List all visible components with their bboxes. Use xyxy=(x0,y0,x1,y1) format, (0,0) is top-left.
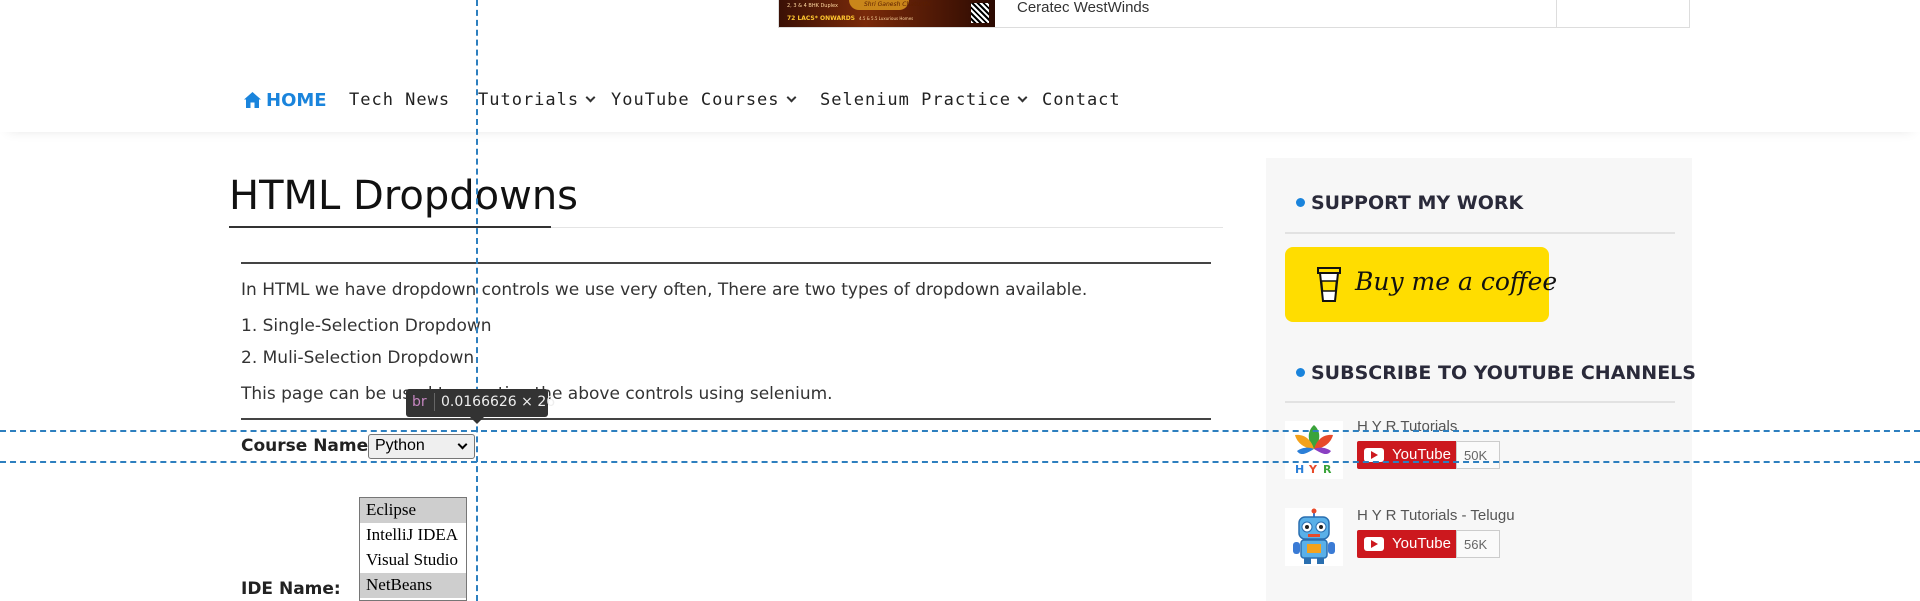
coffee-label: Buy me a coffee xyxy=(1355,267,1558,296)
title-rule xyxy=(551,227,1223,228)
title-underline xyxy=(229,226,551,228)
qr-code-icon xyxy=(971,3,989,23)
ide-multi-select[interactable]: Eclipse IntelliJ IDEA Visual Studio NetB… xyxy=(359,497,467,601)
nav-home-label: HOME xyxy=(266,90,327,111)
main-navigation: HOME Tech News Tutorials YouTube Courses… xyxy=(0,68,1920,132)
nav-label: YouTube Courses xyxy=(611,90,780,110)
nav-home[interactable]: HOME xyxy=(244,90,327,111)
channel-name[interactable]: H Y R Tutorials - Telugu xyxy=(1357,507,1515,524)
channel-name[interactable]: H Y R Tutorials xyxy=(1357,418,1457,435)
inspector-guide-horizontal xyxy=(0,461,1920,463)
ad-divider xyxy=(1556,0,1557,27)
sidebar-rule xyxy=(1285,232,1675,234)
support-heading: SUPPORT MY WORK xyxy=(1296,192,1523,214)
nav-selenium-practice[interactable]: Selenium Practice xyxy=(820,90,1028,110)
svg-text:H: H xyxy=(1295,463,1304,476)
bullet-icon xyxy=(1296,198,1305,207)
nav-youtube-courses[interactable]: YouTube Courses xyxy=(611,90,796,110)
youtube-play-icon xyxy=(1364,448,1384,462)
coffee-cup-icon xyxy=(1317,267,1341,302)
tooltip-caret xyxy=(470,417,484,424)
bullet-icon xyxy=(1296,368,1305,377)
intro-text: In HTML we have dropdown controls we use… xyxy=(241,280,1088,300)
page: Shri Ganesh Chaturthi 2, 3 & 4 BHK Duple… xyxy=(0,0,1920,601)
ad-sub-text: 4.5 & 5.5 Luxurious Homes xyxy=(859,16,914,21)
ide-option-eclipse[interactable]: Eclipse xyxy=(360,498,466,523)
list-item: 2. Muli-Selection Dropdown xyxy=(241,348,475,368)
chevron-down-icon xyxy=(585,92,596,103)
chevron-down-icon xyxy=(1017,92,1028,103)
sidebar-rule xyxy=(1285,401,1675,403)
subscriber-count: 50K xyxy=(1456,441,1500,469)
youtube-subscribe-button[interactable]: YouTube xyxy=(1357,441,1456,469)
page-title: HTML Dropdowns xyxy=(229,173,579,219)
nav-tutorials[interactable]: Tutorials xyxy=(478,90,596,110)
nav-label: Tech News xyxy=(349,90,451,110)
subscribe-heading-text: SUBSCRIBE TO YOUTUBE CHANNELS xyxy=(1311,362,1696,384)
chevron-down-icon xyxy=(786,92,796,103)
ad-line-1: 2, 3 & 4 BHK Duplex xyxy=(787,3,838,9)
ide-option-visual-studio[interactable]: Visual Studio xyxy=(360,548,466,573)
divider-top xyxy=(241,262,1211,264)
nav-contact[interactable]: Contact xyxy=(1042,90,1121,110)
inspector-guide-horizontal xyxy=(0,430,1920,432)
divider-bottom xyxy=(241,418,1211,420)
svg-text:R: R xyxy=(1323,463,1332,476)
support-heading-text: SUPPORT MY WORK xyxy=(1311,192,1524,214)
chevron-down-icon xyxy=(457,439,468,450)
youtube-subscribe-button[interactable]: YouTube xyxy=(1357,530,1456,558)
nav-label: Selenium Practice xyxy=(820,90,1011,110)
ad-image[interactable]: Shri Ganesh Chaturthi 2, 3 & 4 BHK Duple… xyxy=(779,0,995,27)
list-item: 1. Single-Selection Dropdown xyxy=(241,316,492,336)
subscriber-count: 56K xyxy=(1456,530,1500,558)
nav-label: Contact xyxy=(1042,90,1121,110)
tooltip-separator xyxy=(434,393,435,411)
ide-name-label: IDE Name: xyxy=(241,579,341,599)
tooltip-dimensions: 0.0166626 × 26 xyxy=(441,394,556,410)
course-name-select[interactable]: Python xyxy=(368,434,475,459)
buy-me-a-coffee-button[interactable]: Buy me a coffee xyxy=(1285,247,1557,322)
youtube-button-label: YouTube xyxy=(1392,535,1451,552)
ad-script-text: Shri Ganesh Chaturthi xyxy=(864,1,931,8)
home-icon xyxy=(244,92,261,108)
ad-banner[interactable]: Shri Ganesh Chaturthi 2, 3 & 4 BHK Duple… xyxy=(778,0,1690,28)
nav-tech-news[interactable]: Tech News xyxy=(349,90,450,110)
subscribe-heading: SUBSCRIBE TO YOUTUBE CHANNELS xyxy=(1296,362,1696,384)
sidebar: SUPPORT MY WORK Buy me a coffee SUBSCRIB… xyxy=(1266,158,1696,601)
svg-text:Y: Y xyxy=(1308,463,1318,476)
tooltip-tag: br xyxy=(412,394,427,410)
course-selected-value: Python xyxy=(375,437,425,454)
ide-option-netbeans[interactable]: NetBeans xyxy=(360,573,466,598)
youtube-play-icon xyxy=(1364,537,1384,551)
inspector-guide-vertical xyxy=(476,0,478,601)
ad-price-text: 72 LACS* ONWARDS xyxy=(787,15,856,22)
robot-logo-icon[interactable] xyxy=(1285,508,1343,566)
course-name-label: Course Name: xyxy=(241,436,375,456)
nav-label: Tutorials xyxy=(478,90,580,110)
ide-option-intellij[interactable]: IntelliJ IDEA xyxy=(360,523,466,548)
ad-advertiser[interactable]: Ceratec WestWinds xyxy=(1017,0,1149,16)
inspector-tooltip: br 0.0166626 × 26 xyxy=(406,389,555,424)
